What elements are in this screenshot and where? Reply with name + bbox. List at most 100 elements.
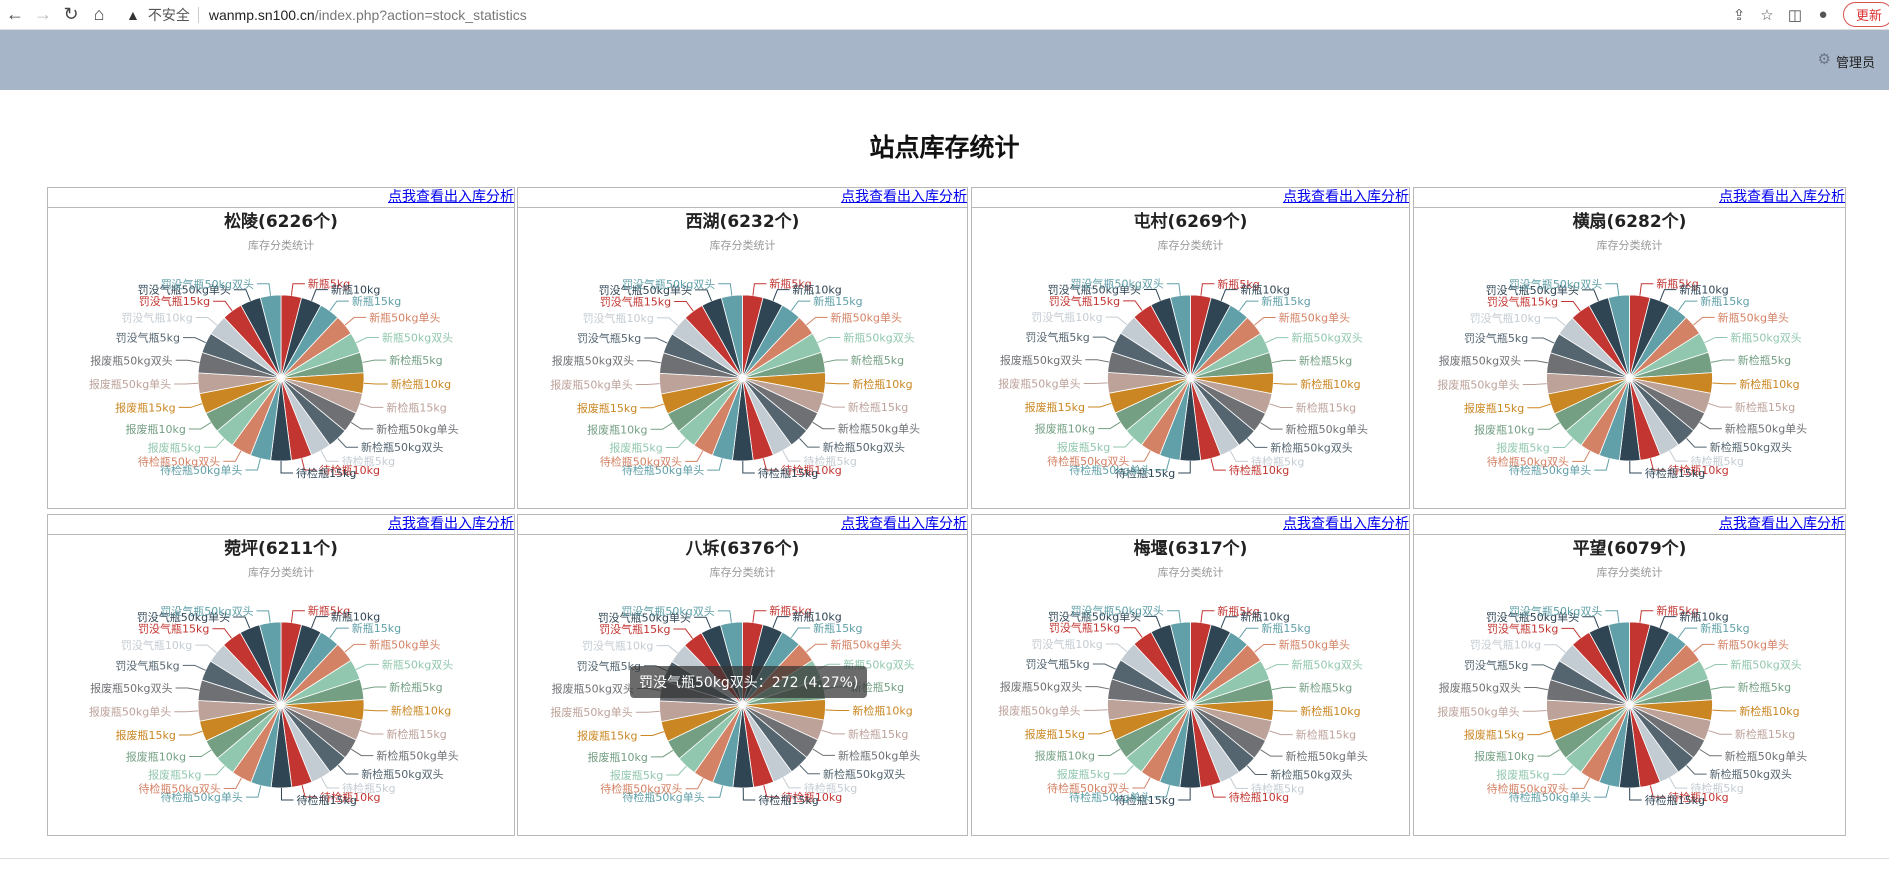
slice-label: 待检瓶15kg	[1645, 793, 1705, 807]
slice-label: 新瓶50kg双头	[1730, 330, 1801, 344]
slice-label: 罚没气瓶50kg双头	[1509, 277, 1602, 291]
slice-label: 报废瓶5kg	[148, 768, 201, 782]
label-line	[363, 382, 388, 385]
label-line	[1686, 765, 1707, 775]
slice-label: 待检瓶50kg双头	[600, 454, 682, 468]
slice-label: 报废瓶15kg	[1025, 727, 1085, 741]
slice-label: 新瓶50kg单头	[1718, 637, 1789, 651]
slice-label: 新瓶50kg双头	[843, 330, 914, 344]
arrow-left-icon[interactable]: ←	[2, 2, 28, 28]
label-line	[694, 616, 712, 629]
chart-title: 菀坪(6211个)	[224, 538, 338, 559]
label-line	[1639, 283, 1654, 296]
label-line	[1531, 664, 1555, 671]
slice-label: 新检瓶50kg单头	[838, 748, 920, 762]
label-line	[812, 748, 836, 756]
label-line	[350, 748, 374, 757]
slice-label: 报废瓶15kg	[1464, 401, 1524, 415]
share-icon[interactable]: ⇪	[1725, 6, 1753, 24]
pie-chart: 梅堰(6317个)库存分类统计新瓶5kg新瓶10kg新瓶15kg新瓶50kg单头…	[998, 538, 1368, 807]
chart-title: 平望(6079个)	[1573, 538, 1687, 559]
address-bar[interactable]: ▲ 不安全 wanmp.sn100.cn/index.php?action=st…	[126, 5, 527, 25]
slice-label: 罚没气瓶5kg	[116, 331, 180, 345]
slice-label: 新检瓶15kg	[386, 727, 446, 741]
label-line	[1639, 610, 1654, 623]
slice-label: 报废瓶50kg单头	[998, 377, 1080, 391]
label-line	[1712, 709, 1737, 712]
gear-icon[interactable]: ⚙	[1818, 50, 1831, 68]
chart-subtitle: 库存分类统计	[248, 565, 314, 579]
label-line	[1571, 777, 1591, 789]
label-line	[817, 336, 841, 344]
label-line	[1708, 403, 1732, 408]
sidebar-icon[interactable]: ◫	[1781, 6, 1809, 24]
label-line	[257, 283, 272, 296]
label-line	[742, 787, 756, 801]
label-line	[337, 764, 359, 775]
label-line	[1629, 787, 1642, 801]
analysis-link[interactable]: 点我查看出入库分析	[841, 188, 967, 205]
slice-label: 报废瓶50kg单头	[550, 705, 632, 719]
slice-label: 新检瓶10kg	[1739, 704, 1799, 718]
home-icon[interactable]: ⌂	[86, 2, 112, 28]
slice-label: 待检瓶10kg	[1229, 463, 1289, 477]
arrow-right-icon[interactable]: →	[30, 2, 56, 28]
label-line	[1699, 748, 1722, 757]
slice-label: 待检瓶15kg	[297, 793, 357, 807]
label-line	[1524, 360, 1548, 364]
label-line	[1708, 730, 1732, 735]
slice-label: 新检瓶10kg	[852, 377, 912, 391]
chart-title: 屯村(6269个)	[1134, 211, 1248, 232]
analysis-link[interactable]: 点我查看出入库分析	[1283, 188, 1409, 205]
label-line	[1098, 421, 1121, 430]
label-line	[1229, 450, 1249, 462]
analysis-link[interactable]: 点我查看出入库分析	[1719, 515, 1845, 532]
label-line	[752, 283, 767, 296]
label-line	[823, 359, 848, 363]
slice-label: 新瓶50kg单头	[1279, 311, 1350, 325]
analysis-link[interactable]: 点我查看出入库分析	[841, 515, 967, 532]
label-line	[233, 616, 251, 629]
analysis-link[interactable]: 点我查看出入库分析	[1719, 188, 1845, 205]
slice-label: 报废瓶15kg	[116, 728, 176, 742]
slice-label: 报废瓶50kg双头	[1000, 353, 1082, 367]
label-line	[825, 709, 850, 712]
analysis-link[interactable]: 点我查看出入库分析	[388, 515, 514, 532]
profile-icon[interactable]: ●	[1809, 6, 1837, 23]
slice-label: 新检瓶50kg单头	[838, 422, 920, 436]
slice-label: 新瓶50kg单头	[1279, 638, 1350, 652]
label-line	[1552, 765, 1574, 775]
analysis-link[interactable]: 点我查看出入库分析	[388, 188, 514, 205]
slice-label: 新检瓶10kg	[1300, 377, 1360, 391]
slice-label: 新瓶15kg	[1261, 294, 1310, 308]
pie-chart: 横扇(6282个)库存分类统计新瓶5kg新瓶10kg新瓶15kg新瓶50kg单头…	[1437, 211, 1807, 480]
admin-label[interactable]: 管理员	[1836, 52, 1875, 71]
update-button[interactable]: 更新	[1842, 2, 1889, 27]
label-line	[1098, 748, 1121, 756]
reload-icon[interactable]: ↻	[58, 2, 84, 28]
label-line	[1594, 458, 1610, 471]
label-line	[223, 450, 242, 462]
slice-label: 报废瓶50kg单头	[89, 705, 171, 719]
slice-label: 新瓶50kg双头	[382, 331, 453, 345]
label-line	[1210, 458, 1226, 471]
slice-label: 新检瓶50kg双头	[361, 767, 443, 781]
slice-label: 新检瓶10kg	[391, 377, 451, 391]
label-line	[223, 777, 242, 790]
slice-label: 罚没气瓶10kg	[121, 638, 192, 652]
slice-label: 新瓶15kg	[813, 621, 862, 635]
label-line	[1229, 777, 1248, 789]
slice-label: 待检瓶15kg	[1645, 466, 1705, 480]
slice-label: 罚没气瓶10kg	[1031, 310, 1102, 324]
app-header: ⚙ 管理员	[0, 30, 1889, 90]
label-line	[1710, 359, 1735, 363]
slice-label: 报废瓶10kg	[126, 749, 186, 763]
label-line	[245, 458, 261, 471]
analysis-link[interactable]: 点我查看出入库分析	[1283, 515, 1409, 532]
slice-label: 待检瓶15kg	[758, 793, 818, 807]
label-line	[233, 289, 251, 302]
slice-label: 待检瓶50kg双头	[1487, 781, 1569, 795]
star-icon[interactable]: ☆	[1753, 6, 1781, 24]
slice-label: 新检瓶10kg	[1300, 704, 1360, 718]
label-line	[175, 359, 200, 364]
